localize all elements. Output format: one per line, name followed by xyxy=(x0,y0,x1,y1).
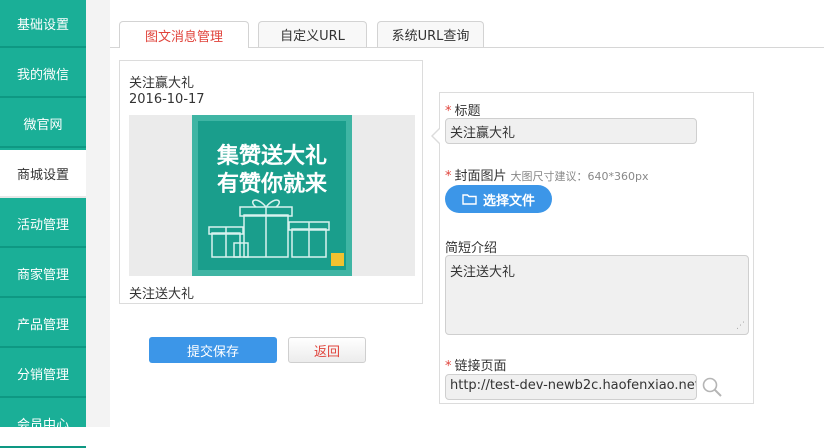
link-page-label: * 链接页面 xyxy=(445,359,507,374)
sidebar: 基础设置 我的微信 微官网 商城设置 活动管理 商家管理 产品管理 分销管理 会… xyxy=(0,0,86,448)
tab-label: 图文消息管理 xyxy=(144,29,223,45)
preview-cover-area: 集赞送大礼 有赞你就来 xyxy=(129,115,415,276)
sidebar-item-label: 微官网 xyxy=(23,117,63,133)
sidebar-item-label: 我的微信 xyxy=(16,67,69,83)
sidebar-item-my-wechat[interactable]: 我的微信 xyxy=(0,50,86,98)
summary-value: 关注送大礼 xyxy=(450,265,516,280)
article-preview-card[interactable]: 关注赢大礼 2016-10-17 集赞送大礼 有赞你就来 关注送大礼 xyxy=(119,60,423,304)
sidebar-item-label: 活动管理 xyxy=(16,217,69,233)
summary-textarea[interactable]: 关注送大礼 ⋰ xyxy=(445,255,749,335)
sidebar-item-basic-settings[interactable]: 基础设置 xyxy=(0,0,86,48)
submit-save-button[interactable]: 提交保存 xyxy=(149,337,277,363)
title-input[interactable]: 关注赢大礼 xyxy=(445,118,697,144)
sidebar-item-mall-settings[interactable]: 商城设置 xyxy=(0,150,86,198)
content-gutter xyxy=(86,0,110,427)
sidebar-item-member-center[interactable]: 会员中心 xyxy=(0,400,86,448)
cover-size-hint: 大图尺寸建议：640*360px xyxy=(510,170,649,183)
preview-description: 关注送大礼 xyxy=(129,287,195,302)
poster-logo-icon xyxy=(331,253,344,266)
tab-label: 系统URL查询 xyxy=(391,29,470,44)
summary-label: 简短介绍 xyxy=(445,241,498,256)
back-button[interactable]: 返回 xyxy=(288,337,366,363)
resize-grip-icon[interactable]: ⋰ xyxy=(736,322,745,331)
sidebar-item-product-management[interactable]: 产品管理 xyxy=(0,300,86,348)
main-content: 图文消息管理 自定义URL 系统URL查询 关注赢大礼 2016-10-17 集… xyxy=(86,0,824,427)
title-label: * 标题 xyxy=(445,104,481,119)
choose-file-button[interactable]: 选择文件 xyxy=(445,185,552,213)
sidebar-item-label: 商城设置 xyxy=(16,167,69,183)
tab-custom-url[interactable]: 自定义URL xyxy=(258,21,367,47)
preview-title: 关注赢大礼 xyxy=(129,76,195,91)
tab-label: 自定义URL xyxy=(280,29,345,44)
sidebar-item-merchant-management[interactable]: 商家管理 xyxy=(0,250,86,298)
sidebar-item-label: 基础设置 xyxy=(16,17,69,33)
sidebar-item-label: 产品管理 xyxy=(16,317,69,333)
sidebar-item-label: 会员中心 xyxy=(16,417,69,433)
cover-image-label: * 封面图片 大图尺寸建议：640*360px xyxy=(445,169,649,184)
sidebar-item-activity-management[interactable]: 活动管理 xyxy=(0,200,86,248)
preview-date: 2016-10-17 xyxy=(129,92,205,107)
poster-line-1: 集赞送大礼 xyxy=(216,143,327,169)
folder-icon xyxy=(462,194,477,205)
sidebar-item-micro-site[interactable]: 微官网 xyxy=(0,100,86,148)
tab-system-url-query[interactable]: 系统URL查询 xyxy=(377,21,484,47)
sidebar-item-label: 商家管理 xyxy=(16,267,69,283)
cover-image: 集赞送大礼 有赞你就来 xyxy=(192,115,352,276)
required-asterisk: * xyxy=(445,359,452,374)
search-icon[interactable] xyxy=(701,376,723,398)
required-asterisk: * xyxy=(445,104,452,119)
pointer-arrow-inner xyxy=(433,128,441,144)
tab-article-management[interactable]: 图文消息管理 xyxy=(119,21,249,48)
link-url-input[interactable]: http://test-dev-newb2c.haofenxiao.net/ap… xyxy=(445,374,697,400)
poster-line-2: 有赞你就来 xyxy=(217,171,328,197)
article-edit-form: * 标题 关注赢大礼 * 封面图片 大图尺寸建议：640*360px 选择文件 简短介… xyxy=(431,92,754,404)
sidebar-item-distribution-management[interactable]: 分销管理 xyxy=(0,350,86,398)
tab-bar: 图文消息管理 自定义URL 系统URL查询 xyxy=(110,21,824,48)
sidebar-item-label: 分销管理 xyxy=(16,367,69,383)
required-asterisk: * xyxy=(445,169,452,184)
choose-file-label: 选择文件 xyxy=(482,193,535,209)
